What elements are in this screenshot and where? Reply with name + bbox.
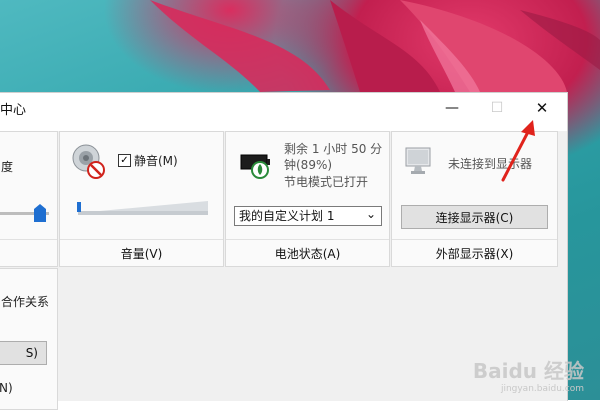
volume-tile: ✓ 静音(M) 音量(V): [59, 131, 224, 267]
mute-checkbox[interactable]: ✓: [118, 154, 131, 167]
minimize-button[interactable]: —: [429, 93, 475, 123]
brightness-footer: [0, 239, 57, 266]
baidu-watermark: Baidu 经验 jingyan.baidu.com: [473, 355, 584, 394]
power-plan-dropdown[interactable]: 我的自定义计划 1 ⌄: [234, 206, 382, 226]
sync-footer-label: N): [0, 381, 13, 395]
watermark-brand: Baidu 经验: [472, 359, 584, 383]
monitor-icon: [405, 147, 431, 174]
sync-partnership-text: 合作关系: [1, 295, 50, 309]
connect-display-label: 连接显示器(C): [435, 210, 514, 225]
check-icon: ✓: [120, 155, 129, 166]
battery-footer: 电池状态(A): [226, 239, 389, 266]
speaker-muted-icon: [72, 144, 105, 179]
sync-settings-button[interactable]: S): [0, 341, 47, 365]
battery-tile: 剩余 1 小时 50 分 钟(89%) 节电模式已打开 我的自定义计划 1 ⌄ …: [225, 131, 390, 267]
brightness-slider-thumb[interactable]: [34, 204, 46, 222]
annotation-arrow-icon: [501, 120, 535, 182]
brightness-tile: 度: [0, 131, 58, 267]
connect-display-button[interactable]: 连接显示器(C): [401, 205, 548, 229]
battery-remaining-line1: 剩余 1 小时 50 分: [284, 142, 383, 156]
sync-center-tile: 合作关系 S) N): [0, 268, 58, 410]
battery-saver-icon: [240, 154, 270, 179]
volume-footer-label: 音量(V): [120, 246, 163, 261]
volume-slider-thumb[interactable]: [77, 202, 81, 212]
volume-slider[interactable]: [76, 199, 210, 217]
watermark-url: jingyan.baidu.com: [500, 384, 584, 394]
volume-footer: 音量(V): [60, 239, 223, 266]
display-footer-label: 外部显示器(X): [435, 246, 514, 261]
window-title: 中心: [0, 103, 27, 118]
maximize-icon: ☐: [490, 100, 504, 116]
minimize-icon: —: [445, 100, 459, 116]
sync-settings-label: S): [25, 346, 38, 360]
close-icon: ✕: [535, 99, 549, 117]
display-footer: 外部显示器(X): [392, 239, 557, 266]
brightness-label: 度: [1, 160, 14, 174]
battery-remaining-line2: 钟(89%): [284, 158, 333, 172]
mute-label: 静音(M): [134, 154, 178, 168]
title-bar: 中心 — ☐ ✕: [0, 93, 567, 123]
chevron-down-icon: ⌄: [365, 207, 376, 221]
battery-footer-label: 电池状态(A): [274, 246, 341, 261]
battery-saver-status: 节电模式已打开: [284, 175, 369, 189]
power-plan-value: 我的自定义计划 1: [239, 209, 335, 223]
